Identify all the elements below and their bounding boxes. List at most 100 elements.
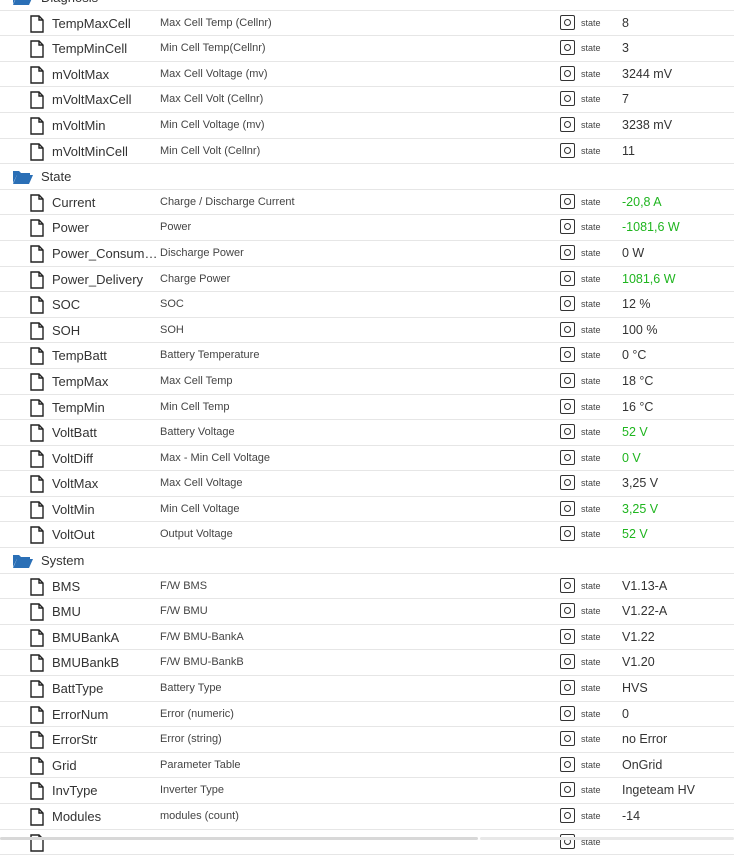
state-button-icon[interactable] [560, 244, 575, 260]
object-value[interactable]: V1.22-A [622, 604, 667, 618]
tree-row[interactable]: Power_Delivery Charge Power state 1081,6 W [0, 267, 734, 293]
state-button-icon[interactable] [560, 756, 575, 772]
tree-row[interactable]: SOH SOH state 100 % [0, 318, 734, 344]
folder-open-icon[interactable] [12, 553, 34, 569]
object-value[interactable]: 8 [622, 16, 629, 30]
object-value[interactable]: 52 V [622, 425, 648, 439]
state-button-icon[interactable] [560, 142, 575, 158]
state-button-icon[interactable] [560, 628, 575, 644]
tree-row[interactable]: VoltBatt Battery Voltage state 52 V [0, 420, 734, 446]
object-value[interactable]: OnGrid [622, 758, 662, 772]
object-value[interactable]: 0 V [622, 451, 641, 465]
tree-row[interactable]: mVoltMaxCell Max Cell Volt (Cellnr) state 7 [0, 87, 734, 113]
tree-row[interactable]: VoltDiff Max - Min Cell Voltage state 0 V [0, 446, 734, 472]
folder-open-icon[interactable] [12, 0, 34, 6]
tree-row[interactable]: Current Charge / Discharge Current state -2… [0, 190, 734, 216]
object-value[interactable]: 3,25 V [622, 476, 658, 490]
object-value[interactable]: 0 W [622, 246, 644, 260]
tree-folder-diagnosis[interactable]: Diagnosis [0, 0, 734, 11]
tree-row[interactable]: BMS F/W BMS state V1.13-A [0, 574, 734, 600]
tree-row[interactable]: BattType Battery Type state HVS [0, 676, 734, 702]
tree-folder-state[interactable]: State [0, 164, 734, 190]
tree-row[interactable]: TempMax Max Cell Temp state 18 °C [0, 369, 734, 395]
state-button-icon[interactable] [560, 705, 575, 721]
object-value[interactable]: 0 [622, 707, 629, 721]
tree-folder-system[interactable]: System [0, 548, 734, 574]
tree-row[interactable]: TempBatt Battery Temperature state 0 °C [0, 343, 734, 369]
tree-row[interactable]: mVoltMin Min Cell Voltage (mv) state 3238 m… [0, 113, 734, 139]
state-button-icon[interactable] [560, 372, 575, 388]
object-value[interactable]: 18 °C [622, 374, 653, 388]
object-value[interactable]: Ingeteam HV [622, 783, 695, 797]
object-value[interactable]: no Error [622, 732, 667, 746]
state-button-icon[interactable] [560, 116, 575, 132]
tree-row[interactable]: TempMinCell Min Cell Temp(Cellnr) state 3 [0, 36, 734, 62]
state-button-icon[interactable] [560, 14, 575, 30]
object-value[interactable]: 3 [622, 41, 629, 55]
state-button-icon[interactable] [560, 808, 575, 823]
state-button-icon[interactable] [560, 65, 575, 81]
object-value[interactable]: 100 % [622, 323, 657, 337]
object-value[interactable]: 3238 mV [622, 118, 672, 132]
object-value[interactable]: HVS [622, 681, 648, 695]
state-button-icon[interactable] [560, 603, 575, 619]
object-value[interactable]: 3244 mV [622, 67, 672, 81]
object-value[interactable]: 0 °C [622, 348, 646, 362]
tree-row[interactable]: VoltMax Max Cell Voltage state 3,25 V [0, 471, 734, 497]
object-value[interactable]: 52 V [622, 527, 648, 541]
state-button-icon[interactable] [560, 731, 575, 747]
object-value[interactable]: V1.20 [622, 655, 655, 669]
tree-row[interactable]: VoltMin Min Cell Voltage state 3,25 V [0, 497, 734, 523]
object-value[interactable]: V1.13-A [622, 579, 667, 593]
state-button-icon[interactable] [560, 91, 575, 107]
state-button-icon[interactable] [560, 424, 575, 440]
object-value[interactable]: 12 % [622, 297, 651, 311]
object-value[interactable]: 16 °C [622, 400, 653, 414]
state-button-icon[interactable] [560, 782, 575, 798]
state-button-icon[interactable] [560, 296, 575, 312]
state-button-icon[interactable] [560, 40, 575, 56]
state-button-icon[interactable] [560, 475, 575, 491]
horizontal-scrollbar[interactable] [0, 836, 734, 841]
object-value[interactable]: 3,25 V [622, 502, 658, 516]
tree-row[interactable]: BMU F/W BMU state V1.22-A [0, 599, 734, 625]
tree-row[interactable]: mVoltMinCell Min Cell Volt (Cellnr) state 1… [0, 139, 734, 165]
object-value[interactable]: 1081,6 W [622, 272, 676, 286]
object-value[interactable]: -20,8 A [622, 195, 662, 209]
state-button-icon[interactable] [560, 577, 575, 593]
state-button-icon[interactable] [560, 321, 575, 337]
tree-row[interactable]: ErrorNum Error (numeric) state 0 [0, 702, 734, 728]
folder-open-icon[interactable] [12, 169, 34, 185]
state-button-icon[interactable] [560, 449, 575, 465]
state-button-icon[interactable] [560, 398, 575, 414]
tree-row[interactable]: Power_Consump... Discharge Power state 0 W [0, 241, 734, 267]
tree-row[interactable]: InvType Inverter Type state Ingeteam HV [0, 778, 734, 804]
object-value[interactable]: V1.22 [622, 630, 655, 644]
tree-row[interactable]: Grid Parameter Table state OnGrid [0, 753, 734, 779]
tree-row[interactable]: BMUBankB F/W BMU-BankB state V1.20 [0, 650, 734, 677]
tree-row[interactable]: SOC SOC state 12 % [0, 292, 734, 318]
tree-row[interactable]: BMUBankA F/W BMU-BankA state V1.22 [0, 625, 734, 651]
object-value[interactable]: -1081,6 W [622, 220, 680, 234]
object-value[interactable]: 7 [622, 92, 629, 106]
state-button-icon[interactable] [560, 654, 575, 670]
state-button-icon[interactable] [560, 500, 575, 516]
state-button-icon[interactable] [560, 347, 575, 363]
tree-row[interactable]: TempMin Min Cell Temp state 16 °C [0, 395, 734, 421]
tree-row[interactable]: VoltOut Output Voltage state 52 V [0, 522, 734, 549]
object-value[interactable]: -14 [622, 809, 640, 823]
state-button-icon[interactable] [560, 193, 575, 209]
state-button-icon[interactable] [560, 219, 575, 235]
tree-row[interactable]: Power Power state -1081,6 W [0, 215, 734, 241]
tree-row[interactable]: TempMaxCell Max Cell Temp (Cellnr) state 8 [0, 11, 734, 37]
tree-row[interactable]: Modules modules (count) state -14 [0, 804, 734, 830]
scrollbar-thumb[interactable] [0, 837, 478, 840]
tree-row[interactable]: state [0, 830, 734, 856]
state-button-icon[interactable] [560, 680, 575, 696]
state-button-icon[interactable] [560, 526, 575, 542]
object-value[interactable]: 11 [622, 144, 635, 158]
tree-row[interactable]: ErrorStr Error (string) state no Error [0, 727, 734, 753]
state-button-icon[interactable] [560, 270, 575, 286]
object-type: state [581, 196, 601, 207]
tree-row[interactable]: mVoltMax Max Cell Voltage (mv) state 3244 m… [0, 62, 734, 88]
